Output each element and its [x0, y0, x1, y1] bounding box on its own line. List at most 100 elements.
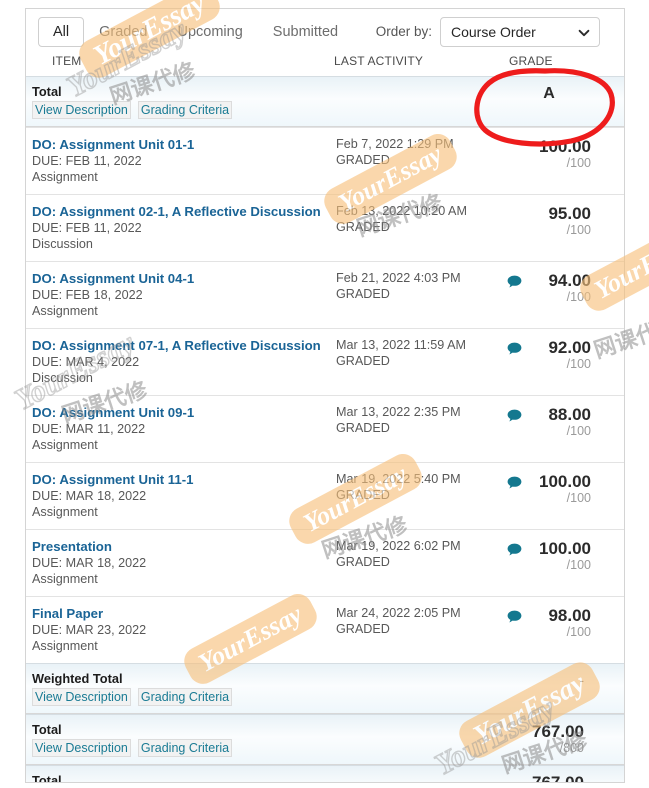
- total-grade-empty: -: [579, 672, 584, 688]
- grading-criteria-link[interactable]: Grading Criteria: [137, 101, 233, 119]
- grade-out-of: /100: [566, 558, 591, 572]
- tab-all-label: All: [53, 23, 70, 40]
- grade-numbers: 100.00/100: [529, 539, 591, 573]
- assignment-title-link[interactable]: DO: Assignment Unit 01-1: [32, 137, 336, 153]
- row-item-cell: DO: Assignment 02-1, A Reflective Discus…: [26, 204, 336, 252]
- gradebook-screenshot: All Graded Upcoming Submitted Order by: …: [0, 0, 649, 788]
- row-item-cell: Final Paper DUE: MAR 23, 2022 Assignment: [26, 606, 336, 654]
- total-links: View Description Grading Criteria: [32, 739, 336, 757]
- assignment-due-date: DUE: MAR 18, 2022: [32, 556, 147, 570]
- total-grade-cell: 767.00/800: [484, 722, 624, 756]
- assignment-title-link[interactable]: DO: Assignment 02-1, A Reflective Discus…: [32, 204, 336, 220]
- row-grade-cell: 100.00/100: [484, 137, 624, 171]
- grading-status: GRADED: [336, 220, 390, 234]
- row-grade-cell: 98.00/100: [484, 606, 624, 640]
- grade-score: 100.00: [539, 137, 591, 156]
- grade-score: 92.00: [548, 338, 591, 357]
- assignment-title-link[interactable]: DO: Assignment Unit 04-1: [32, 271, 336, 287]
- grade-score: 98.00: [548, 606, 591, 625]
- row-activity-cell: Feb 13, 2022 10:20 AM GRADED: [336, 204, 484, 235]
- grade-out-of: /100: [566, 424, 591, 438]
- row-activity-cell: Mar 19, 2022 6:02 PM GRADED: [336, 539, 484, 570]
- grade-wrap: 94.00/100: [507, 271, 591, 305]
- assignment-type: Assignment: [32, 505, 98, 519]
- table-row: DO: Assignment Unit 09-1 DUE: MAR 11, 202…: [26, 395, 624, 462]
- column-header-item: ITEM: [52, 54, 82, 68]
- grade-score: 88.00: [548, 405, 591, 424]
- table-row: Presentation DUE: MAR 18, 2022 Assignment M…: [26, 529, 624, 596]
- assignment-type: Assignment: [32, 170, 98, 184]
- order-by-select[interactable]: Course Order: [440, 16, 600, 47]
- row-grade-cell: 100.00/100: [484, 472, 624, 506]
- assignment-title-link[interactable]: Final Paper: [32, 606, 336, 622]
- total-links: View Description Grading Criteria: [32, 688, 336, 706]
- grade-score: 95.00: [548, 204, 591, 223]
- assignment-title-link[interactable]: DO: Assignment Unit 09-1: [32, 405, 336, 421]
- assignment-type: Assignment: [32, 639, 98, 653]
- tab-graded[interactable]: Graded: [84, 17, 162, 47]
- chevron-down-icon: [578, 26, 590, 38]
- row-grade-cell: 95.00/100: [484, 204, 624, 238]
- total-row-top-title: Total: [32, 84, 62, 99]
- grade-out-of: /100: [566, 357, 591, 371]
- table-row: DO: Assignment Unit 11-1 DUE: MAR 18, 202…: [26, 462, 624, 529]
- total-grade-numbers: 767.00/800: [514, 722, 584, 756]
- grading-status: GRADED: [336, 488, 390, 502]
- view-description-link[interactable]: View Description: [32, 739, 131, 757]
- row-activity-cell: Mar 13, 2022 2:35 PM GRADED: [336, 405, 484, 436]
- total-row: Weighted Total View Description Grading Cr…: [26, 663, 624, 714]
- assignment-type: Assignment: [32, 572, 98, 586]
- filter-toolbar: All Graded Upcoming Submitted Order by: …: [26, 9, 624, 54]
- total-grade-out-of: /800: [559, 741, 584, 755]
- grading-criteria-link[interactable]: Grading Criteria: [137, 688, 233, 706]
- tab-submitted[interactable]: Submitted: [258, 17, 353, 47]
- last-activity-date: Mar 13, 2022 11:59 AM: [336, 338, 466, 352]
- grading-status: GRADED: [336, 153, 390, 167]
- grading-status: GRADED: [336, 354, 390, 368]
- comment-bubble-icon: [507, 543, 522, 561]
- tab-submitted-label: Submitted: [272, 23, 339, 40]
- last-activity-date: Mar 19, 2022 6:02 PM: [336, 539, 461, 553]
- last-activity-date: Mar 24, 2022 2:05 PM: [336, 606, 461, 620]
- assignment-due-date: DUE: FEB 11, 2022: [32, 221, 142, 235]
- last-activity-date: Feb 21, 2022 4:03 PM: [336, 271, 461, 285]
- grade-wrap: 98.00/100: [507, 606, 591, 640]
- grade-numbers: 95.00/100: [529, 204, 591, 238]
- grade-numbers: 88.00/100: [529, 405, 591, 439]
- column-header-grade: GRADE: [509, 54, 553, 68]
- row-grade-cell: 94.00/100: [484, 271, 624, 305]
- grading-criteria-link[interactable]: Grading Criteria: [137, 739, 233, 757]
- assignment-title-link[interactable]: DO: Assignment 07-1, A Reflective Discus…: [32, 338, 336, 354]
- row-grade-cell: 92.00/100: [484, 338, 624, 372]
- grade-wrap: 100.00/100: [507, 539, 591, 573]
- filter-tabs: All Graded Upcoming Submitted: [38, 16, 353, 47]
- tab-graded-label: Graded: [99, 23, 148, 40]
- assignment-due-date: DUE: FEB 11, 2022: [32, 154, 142, 168]
- order-by-group: Order by: Course Order: [375, 16, 612, 47]
- view-description-link[interactable]: View Description: [32, 101, 131, 119]
- assignment-rows: DO: Assignment Unit 01-1 DUE: FEB 11, 202…: [26, 127, 624, 663]
- grade-numbers: 100.00/100: [529, 137, 591, 171]
- grade-out-of: /100: [566, 223, 591, 237]
- row-activity-cell: Mar 19, 2022 5:40 PM GRADED: [336, 472, 484, 503]
- total-grade-score: 767.00: [532, 773, 584, 783]
- comment-bubble-icon: [507, 342, 522, 360]
- assignment-title-link[interactable]: DO: Assignment Unit 11-1: [32, 472, 336, 488]
- tab-all[interactable]: All: [38, 16, 85, 47]
- assignment-due-date: DUE: MAR 4, 2022: [32, 355, 140, 369]
- table-row: Final Paper DUE: MAR 23, 2022 Assignment Ma…: [26, 596, 624, 663]
- last-activity-date: Mar 13, 2022 2:35 PM: [336, 405, 461, 419]
- grading-status: GRADED: [336, 555, 390, 569]
- row-item-cell: DO: Assignment Unit 04-1 DUE: FEB 18, 202…: [26, 271, 336, 319]
- tab-upcoming[interactable]: Upcoming: [163, 17, 258, 47]
- order-by-label: Order by:: [375, 24, 432, 39]
- grade-wrap: 92.00/100: [507, 338, 591, 372]
- assignment-title-link[interactable]: Presentation: [32, 539, 336, 555]
- total-item-cell: TotalView DescriptionGrading Criteria: [26, 773, 336, 782]
- assignment-type: Discussion: [32, 237, 93, 251]
- view-description-link[interactable]: View Description: [32, 688, 131, 706]
- table-row: DO: Assignment Unit 04-1 DUE: FEB 18, 202…: [26, 261, 624, 328]
- total-row-top-letter-grade: A: [543, 85, 555, 102]
- grade-numbers: 92.00/100: [529, 338, 591, 372]
- total-grade-cell: -: [484, 671, 624, 690]
